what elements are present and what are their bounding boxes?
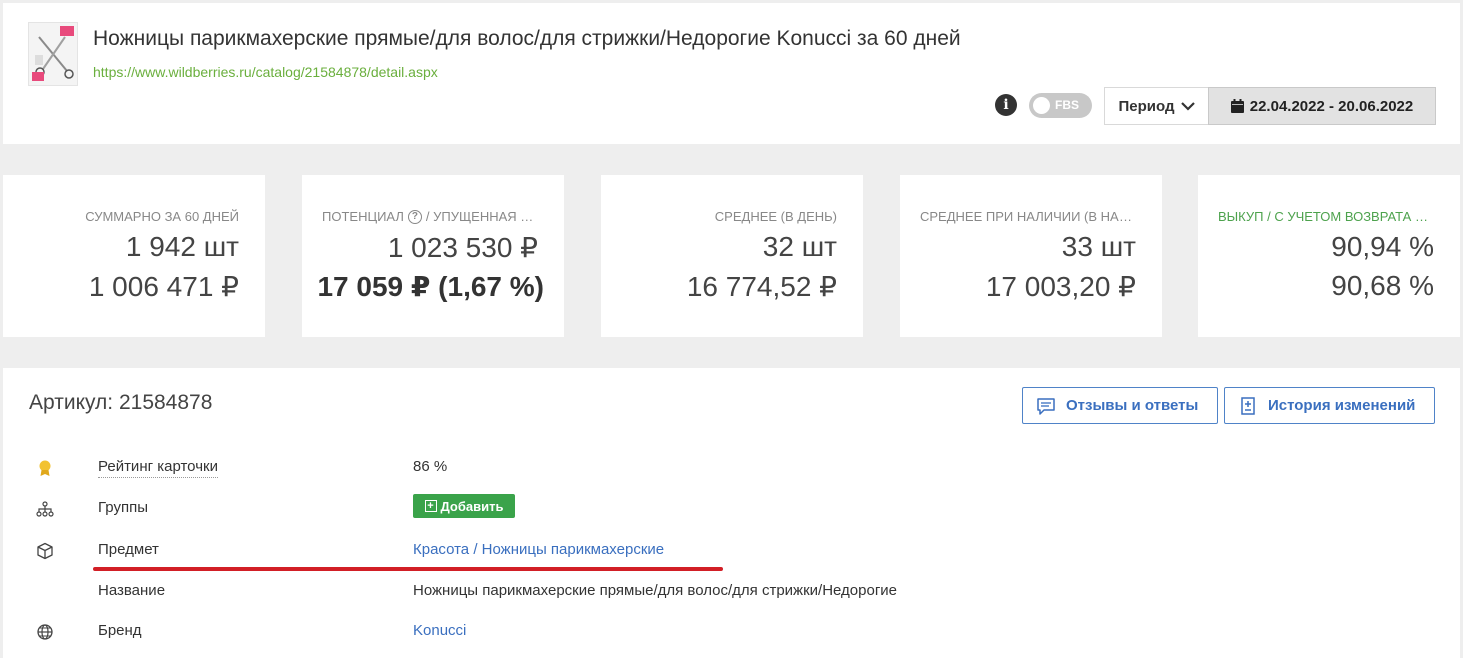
highlight-underline	[93, 567, 723, 571]
stat-caption: ВЫКУП / С УЧЕТОМ ВОЗВРАТА ТОВАРОВ	[1218, 209, 1434, 224]
stat-value-sum: 16 774,52 ₽	[686, 271, 837, 302]
stat-value-sum: 17 003,20 ₽	[985, 271, 1136, 302]
brand-link[interactable]: Konucci	[413, 622, 466, 639]
stat-caption: ПОТЕНЦИАЛ ? / УПУЩЕННАЯ ВЫРУЧКА	[322, 209, 538, 224]
fbs-toggle-label: FBS	[1055, 98, 1079, 112]
hierarchy-icon	[36, 501, 54, 517]
detail-label: Бренд	[98, 622, 142, 639]
stat-caption: СРЕДНЕЕ (В ДЕНЬ)	[714, 209, 837, 224]
stat-value-potential: 1 023 530 ₽	[387, 232, 538, 263]
comment-icon	[1037, 397, 1055, 415]
detail-row-groups: Группы + Добавить	[3, 494, 1460, 521]
reviews-button[interactable]: Отзывы и ответы	[1022, 387, 1218, 424]
product-thumbnail[interactable]	[28, 22, 78, 86]
subject-link[interactable]: Красота / Ножницы парикмахерские	[413, 541, 664, 558]
detail-row-rating: Рейтинг карточки 86 %	[3, 456, 1460, 480]
detail-value: 86 %	[413, 458, 448, 475]
history-document-icon	[1241, 396, 1255, 415]
globe-icon	[37, 624, 53, 640]
date-range-button[interactable]: 22.04.2022 - 20.06.2022	[1208, 87, 1436, 125]
award-icon	[39, 460, 51, 476]
stat-caption: СРЕДНЕЕ ПРИ НАЛИЧИИ (В НАЛИЧИИ ДНЕЙ)	[920, 209, 1136, 224]
article-title: Артикул: 21584878	[29, 391, 213, 414]
stat-value-buyout: 90,94 %	[1331, 231, 1434, 262]
reviews-button-label: Отзывы и ответы	[1066, 397, 1199, 414]
stat-card-average-in-stock: СРЕДНЕЕ ПРИ НАЛИЧИИ (В НАЛИЧИИ ДНЕЙ) 33 …	[900, 175, 1162, 337]
help-icon[interactable]: ?	[407, 209, 422, 224]
product-url-link[interactable]: https://www.wildberries.ru/catalog/21584…	[93, 64, 438, 80]
stat-card-buyout: ВЫКУП / С УЧЕТОМ ВОЗВРАТА ТОВАРОВ 90,94 …	[1198, 175, 1460, 337]
detail-label[interactable]: Рейтинг карточки	[98, 458, 218, 478]
detail-label: Название	[98, 582, 166, 599]
detail-label: Группы	[98, 499, 148, 516]
history-button-label: История изменений	[1268, 397, 1416, 414]
stat-card-total: СУММАРНО ЗА 60 ДНЕЙ 1 942 шт 1 006 471 ₽	[3, 175, 265, 337]
product-header: Ножницы парикмахерские прямые/для волос/…	[3, 3, 1460, 144]
article-details-card: Артикул: 21584878 Отзывы и ответы Истори…	[3, 368, 1460, 658]
detail-row-brand: Бренд Konucci	[3, 620, 1460, 644]
stat-value-lost: 17 059 ₽ (1,67 %)	[317, 271, 544, 302]
fbs-toggle[interactable]: FBS	[1029, 93, 1092, 118]
toggle-knob	[1033, 97, 1050, 114]
date-range-value: 22.04.2022 - 20.06.2022	[1249, 97, 1414, 115]
add-group-button[interactable]: + Добавить	[413, 494, 515, 518]
product-title: Ножницы парикмахерские прямые/для волос/…	[93, 27, 961, 50]
stat-value-buyout-returns: 90,68 %	[1331, 270, 1434, 301]
info-icon[interactable]: i	[995, 94, 1017, 116]
period-label: Период	[1118, 97, 1175, 115]
stat-value-qty: 1 942 шт	[125, 231, 239, 262]
history-button[interactable]: История изменений	[1224, 387, 1435, 424]
stat-value-qty: 32 шт	[762, 231, 837, 262]
stat-value-sum: 1 006 471 ₽	[88, 271, 239, 302]
stat-value-qty: 33 шт	[1061, 231, 1136, 262]
detail-label: Предмет	[98, 541, 159, 558]
stat-caption: СУММАРНО ЗА 60 ДНЕЙ	[85, 209, 239, 224]
thumbnail-badge-bottom	[32, 72, 44, 81]
calendar-icon	[1230, 99, 1244, 113]
period-dropdown-button[interactable]: Период	[1104, 87, 1209, 125]
detail-value: Ножницы парикмахерские прямые/для волос/…	[413, 582, 898, 599]
detail-row-subject: Предмет Красота / Ножницы парикмахерские	[3, 539, 1460, 563]
chevron-down-icon	[1180, 102, 1195, 111]
add-group-label: Добавить	[440, 498, 504, 514]
detail-row-name: Название Ножницы парикмахерские прямые/д…	[3, 580, 1460, 604]
stat-card-potential: ПОТЕНЦИАЛ ? / УПУЩЕННАЯ ВЫРУЧКА 1 023 53…	[302, 175, 564, 337]
plus-icon: +	[424, 500, 437, 512]
stat-card-average: СРЕДНЕЕ (В ДЕНЬ) 32 шт 16 774,52 ₽	[601, 175, 863, 337]
box-icon	[37, 542, 53, 560]
